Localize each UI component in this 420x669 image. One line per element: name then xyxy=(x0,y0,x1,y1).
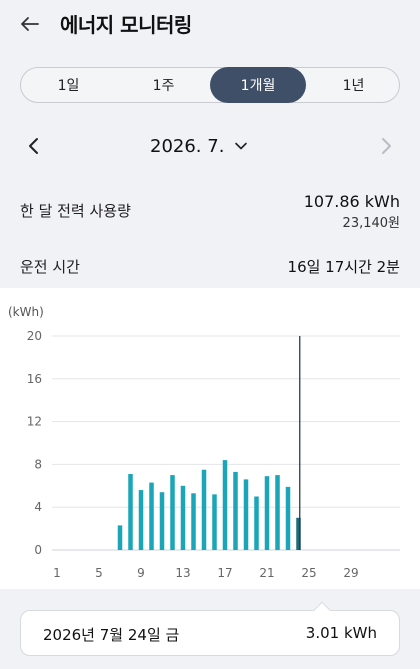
previous-month-button[interactable] xyxy=(22,134,46,158)
tab-1-year[interactable]: 1년 xyxy=(306,67,401,103)
selected-day-tooltip: 2026년 7월 24일 금 3.01 kWh xyxy=(20,601,400,656)
next-month-button[interactable] xyxy=(374,134,398,158)
usage-label: 한 달 전력 사용량 xyxy=(20,202,131,220)
bar-day-11 xyxy=(159,492,165,550)
month-dropdown[interactable]: 2026. 7. xyxy=(150,132,248,160)
tooltip-date: 2026년 7월 24일 금 xyxy=(43,626,180,644)
usage-bar-chart[interactable]: (kWh) 0 4 8 12 16 20 1 5 9 13 17 21 25 29 xyxy=(0,288,420,589)
tooltip-value: 3.01 kWh xyxy=(305,624,377,642)
page-title: 에너지 모니터링 xyxy=(60,13,192,37)
usage-value: 107.86 kWh xyxy=(303,192,400,211)
usage-cost: 23,140원 xyxy=(342,216,400,231)
bar-day-13 xyxy=(180,485,186,550)
bar-day-10 xyxy=(149,482,154,550)
x-tick-label-13: 13 xyxy=(175,566,190,580)
y-axis-label: (kWh) xyxy=(8,305,44,319)
bar-day-17 xyxy=(222,460,228,550)
bar-day-19 xyxy=(243,479,249,550)
bar-day-15 xyxy=(201,469,207,550)
x-tick-label-1: 1 xyxy=(53,566,61,580)
bar-day-16 xyxy=(212,494,217,550)
usage-chart: (kWh) 0 4 8 12 16 20 1 5 9 13 17 21 25 29 xyxy=(0,288,420,589)
chevron-down-icon xyxy=(235,142,248,150)
bar-day-22 xyxy=(275,475,280,550)
y-tick-label-12: 12 xyxy=(27,415,42,429)
bar-day-9 xyxy=(138,490,144,550)
tab-1-day[interactable]: 1일 xyxy=(21,67,116,103)
date-navigator: 2026. 7. xyxy=(0,128,420,164)
back-button[interactable] xyxy=(16,10,44,38)
y-tick-label-0: 0 xyxy=(34,543,42,557)
chevron-right-icon xyxy=(382,138,391,154)
y-tick-label-4: 4 xyxy=(34,500,42,514)
x-tick-label-25: 25 xyxy=(301,566,316,580)
y-tick-label-8: 8 xyxy=(34,457,42,471)
chevron-left-icon xyxy=(29,138,38,154)
tab-1-month[interactable]: 1개월 xyxy=(210,67,306,103)
period-tabs: 1일 1주 1개월 1년 xyxy=(20,67,400,103)
app-header: 에너지 모니터링 xyxy=(0,0,420,48)
bar-day-23 xyxy=(285,486,291,550)
x-tick-label-9: 9 xyxy=(137,566,145,580)
x-tick-label-21: 21 xyxy=(259,566,274,580)
bar-day-7 xyxy=(117,525,123,550)
y-tick-label-16: 16 xyxy=(27,372,42,386)
bar-day-8 xyxy=(128,474,133,550)
arrow-left-icon xyxy=(21,17,39,31)
x-tick-label-17: 17 xyxy=(217,566,232,580)
current-month: 2026. 7. xyxy=(150,135,225,157)
bar-day-18 xyxy=(233,471,238,550)
tooltip-pointer xyxy=(313,601,331,619)
bar-day-12 xyxy=(170,475,175,550)
y-tick-label-20: 20 xyxy=(27,329,42,343)
x-tick-label-29: 29 xyxy=(343,566,358,580)
x-tick-label-5: 5 xyxy=(95,566,103,580)
runtime-label: 운전 시간 xyxy=(20,258,80,276)
bar-day-21 xyxy=(264,476,270,550)
runtime-value: 16일 17시간 2분 xyxy=(287,258,400,276)
bar-day-20 xyxy=(254,496,259,550)
tab-1-week[interactable]: 1주 xyxy=(116,67,211,103)
bar-day-14 xyxy=(191,493,196,550)
